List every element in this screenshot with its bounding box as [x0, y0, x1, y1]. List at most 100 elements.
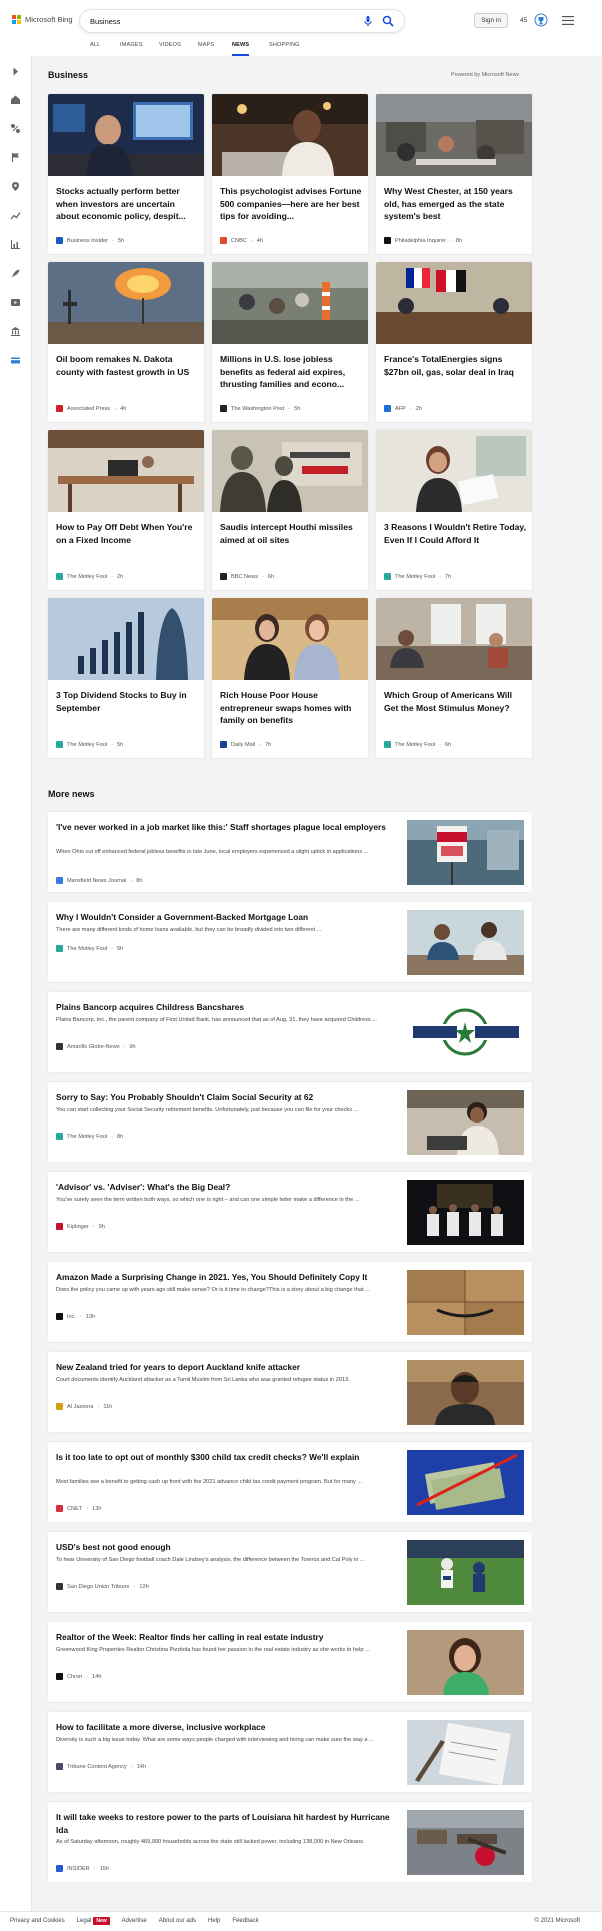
- chart-icon[interactable]: [10, 239, 21, 250]
- video-icon[interactable]: [10, 297, 21, 308]
- news-card[interactable]: Millions in U.S. lose jobless benefits a…: [212, 262, 368, 422]
- news-row[interactable]: 'I've never worked in a job market like …: [48, 812, 532, 892]
- news-source: Mansfield News Journal · 8h: [56, 877, 143, 884]
- microsoft-logo-icon: [12, 15, 21, 24]
- news-image: [376, 94, 532, 176]
- source-name: Daily Mail: [231, 741, 256, 748]
- news-card[interactable]: Which Group of Americans Will Get the Mo…: [376, 598, 532, 758]
- news-card[interactable]: Saudis intercept Houthi missiles aimed a…: [212, 430, 368, 590]
- news-title[interactable]: USD's best not good enough: [56, 1541, 396, 1554]
- footer-link-about-ads[interactable]: About our ads: [159, 1918, 196, 1924]
- sports-icon[interactable]: [10, 123, 21, 134]
- news-title[interactable]: Stocks actually perform better when inve…: [56, 185, 198, 223]
- news-row[interactable]: How to facilitate a more diverse, inclus…: [48, 1712, 532, 1792]
- search-input[interactable]: [90, 14, 330, 28]
- news-row[interactable]: Sorry to Say: You Probably Shouldn't Cla…: [48, 1082, 532, 1162]
- news-title[interactable]: Sorry to Say: You Probably Shouldn't Cla…: [56, 1091, 396, 1104]
- news-title[interactable]: Oil boom remakes N. Dakota county with f…: [56, 353, 198, 378]
- news-row[interactable]: Plains Bancorp acquires Childress Bancsh…: [48, 992, 532, 1072]
- rocket-icon[interactable]: [10, 268, 21, 279]
- home-icon[interactable]: [10, 94, 21, 105]
- sign-in-button[interactable]: Sign in: [474, 13, 508, 28]
- hamburger-menu-icon[interactable]: [562, 16, 574, 25]
- news-time: 5h: [116, 945, 124, 952]
- news-card[interactable]: How to Pay Off Debt When You're on a Fix…: [48, 430, 204, 590]
- news-title[interactable]: 'I've never worked in a job market like …: [56, 821, 396, 834]
- news-source: AFP · 2h: [384, 405, 422, 412]
- trending-icon[interactable]: [10, 210, 21, 221]
- tab-news[interactable]: NEWS: [232, 41, 250, 56]
- news-title[interactable]: Realtor of the Week: Realtor finds her c…: [56, 1631, 396, 1644]
- news-title[interactable]: Rich House Poor House entrepreneur swaps…: [220, 689, 362, 727]
- tab-videos[interactable]: VIDEOS: [159, 41, 181, 56]
- news-thumbnail: [407, 910, 524, 975]
- news-card[interactable]: 3 Reasons I Wouldn't Retire Today, Even …: [376, 430, 532, 590]
- news-row[interactable]: USD's best not good enough To hear Unive…: [48, 1532, 532, 1612]
- news-title[interactable]: New Zealand tried for years to deport Au…: [56, 1361, 396, 1374]
- news-title[interactable]: 3 Top Dividend Stocks to Buy in Septembe…: [56, 689, 198, 714]
- news-title[interactable]: How to Pay Off Debt When You're on a Fix…: [56, 521, 198, 546]
- tab-maps[interactable]: MAPS: [198, 41, 214, 56]
- tab-all[interactable]: ALL: [90, 41, 100, 56]
- news-title[interactable]: France's TotalEnergies signs $27bn oil, …: [384, 353, 526, 378]
- news-card[interactable]: Rich House Poor House entrepreneur swaps…: [212, 598, 368, 758]
- bing-logo[interactable]: Microsoft Bing: [12, 15, 73, 24]
- news-row[interactable]: New Zealand tried for years to deport Au…: [48, 1352, 532, 1432]
- news-row[interactable]: Realtor of the Week: Realtor finds her c…: [48, 1622, 532, 1702]
- news-title[interactable]: Plains Bancorp acquires Childress Bancsh…: [56, 1001, 396, 1014]
- source-name: CNBC: [231, 237, 247, 244]
- news-time: 2h: [415, 405, 422, 412]
- news-time: 14h: [136, 1763, 147, 1770]
- news-title[interactable]: Why I Wouldn't Consider a Government-Bac…: [56, 911, 396, 924]
- news-title[interactable]: It will take weeks to restore power to t…: [56, 1811, 396, 1836]
- rewards-count[interactable]: 45: [520, 17, 527, 24]
- tab-images[interactable]: IMAGES: [120, 41, 143, 56]
- source-name: Business Insider: [67, 237, 109, 244]
- news-title[interactable]: Saudis intercept Houthi missiles aimed a…: [220, 521, 362, 546]
- news-source: The Motley Fool · 7h: [384, 573, 451, 580]
- footer-link-privacy[interactable]: Privacy and Cookies: [10, 1918, 65, 1924]
- microphone-icon[interactable]: [362, 15, 374, 27]
- location-icon[interactable]: [10, 181, 21, 192]
- powered-by-label: Powered by Microsoft News: [451, 72, 520, 78]
- new-badge: New: [93, 1917, 110, 1925]
- expand-icon[interactable]: [10, 66, 21, 77]
- card-icon[interactable]: [10, 355, 21, 366]
- news-card[interactable]: Stocks actually perform better when inve…: [48, 94, 204, 254]
- footer-link-feedback[interactable]: Feedback: [232, 1918, 258, 1924]
- news-title[interactable]: Which Group of Americans Will Get the Mo…: [384, 689, 526, 714]
- news-row[interactable]: Why I Wouldn't Consider a Government-Bac…: [48, 902, 532, 982]
- news-row[interactable]: Amazon Made a Surprising Change in 2021.…: [48, 1262, 532, 1342]
- news-source: BBC News · 6h: [220, 573, 274, 580]
- tab-shopping[interactable]: SHOPPING: [269, 41, 300, 56]
- news-card[interactable]: 3 Top Dividend Stocks to Buy in Septembe…: [48, 598, 204, 758]
- news-row[interactable]: It will take weeks to restore power to t…: [48, 1802, 532, 1882]
- rewards-trophy-icon[interactable]: [534, 13, 548, 27]
- news-row[interactable]: Is it too late to opt out of monthly $30…: [48, 1442, 532, 1522]
- news-title[interactable]: Amazon Made a Surprising Change in 2021.…: [56, 1271, 396, 1284]
- footer-link-help[interactable]: Help: [208, 1918, 220, 1924]
- search-box[interactable]: [80, 10, 404, 32]
- news-card[interactable]: France's TotalEnergies signs $27bn oil, …: [376, 262, 532, 422]
- news-title[interactable]: 'Advisor' vs. 'Adviser': What's the Big …: [56, 1181, 396, 1194]
- footer-link-advertise[interactable]: Advertise: [122, 1918, 147, 1924]
- news-card[interactable]: Why West Chester, at 150 years old, has …: [376, 94, 532, 254]
- news-thumbnail: [407, 1540, 524, 1605]
- news-image: [376, 598, 532, 680]
- news-title[interactable]: 3 Reasons I Wouldn't Retire Today, Even …: [384, 521, 526, 546]
- news-snippet: Greenwood King Properties Realtor Christ…: [56, 1647, 370, 1653]
- source-name: INSIDER: [67, 1865, 90, 1872]
- search-icon[interactable]: [382, 15, 394, 27]
- flag-icon[interactable]: [10, 152, 21, 163]
- news-title[interactable]: This psychologist advises Fortune 500 co…: [220, 185, 362, 223]
- news-title[interactable]: Why West Chester, at 150 years old, has …: [384, 185, 526, 223]
- footer-link-legal[interactable]: Legal New: [77, 1917, 110, 1925]
- news-title[interactable]: Is it too late to opt out of monthly $30…: [56, 1451, 396, 1464]
- bank-icon[interactable]: [10, 326, 21, 337]
- news-time: 12h: [139, 1583, 149, 1590]
- news-title[interactable]: How to facilitate a more diverse, inclus…: [56, 1721, 396, 1734]
- news-row[interactable]: 'Advisor' vs. 'Adviser': What's the Big …: [48, 1172, 532, 1252]
- news-card[interactable]: This psychologist advises Fortune 500 co…: [212, 94, 368, 254]
- news-card[interactable]: Oil boom remakes N. Dakota county with f…: [48, 262, 204, 422]
- news-title[interactable]: Millions in U.S. lose jobless benefits a…: [220, 353, 362, 391]
